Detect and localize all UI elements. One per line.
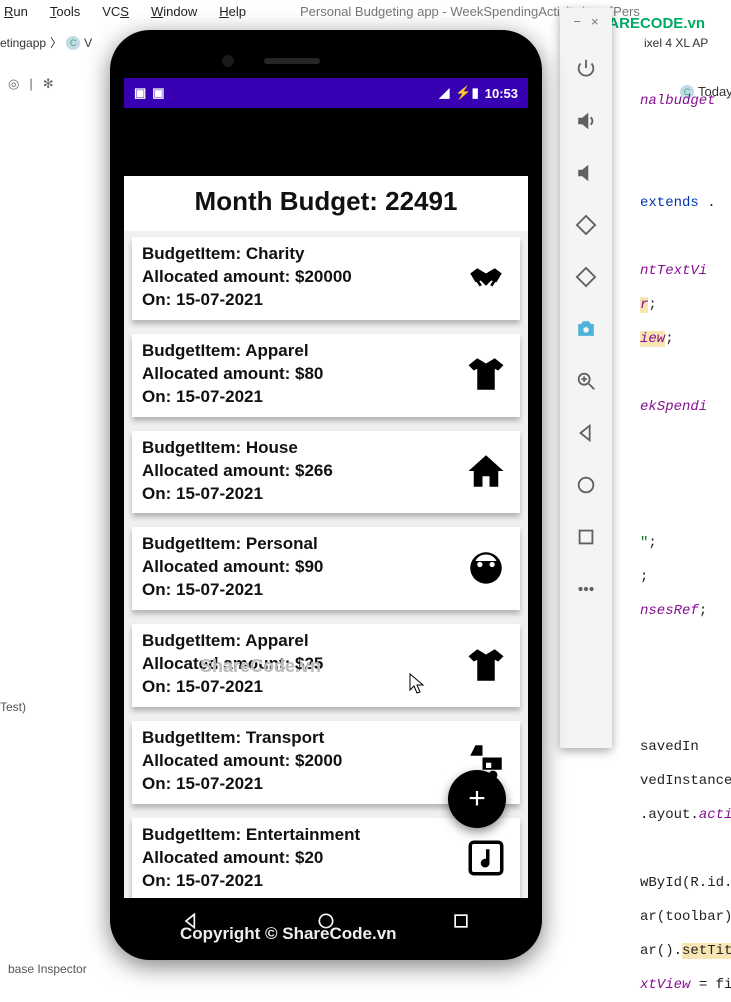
android-nav-bar <box>124 898 528 946</box>
emulator-toolbar: − × <box>560 8 612 748</box>
zoom-icon[interactable] <box>560 355 612 407</box>
device-selector[interactable]: ixel 4 XL AP <box>644 36 708 50</box>
menu-window[interactable]: Window <box>151 4 197 19</box>
nav-overview-icon[interactable] <box>451 911 471 934</box>
breadcrumb-segment[interactable]: etingapp <box>0 36 46 50</box>
volume-up-icon[interactable] <box>560 95 612 147</box>
target-icon[interactable]: ◎ <box>8 76 19 92</box>
app-screen[interactable]: Month Budget: 22491 BudgetItem: CharityA… <box>124 176 528 898</box>
minimize-button[interactable]: − <box>573 14 581 29</box>
budget-item[interactable]: BudgetItem: ApparelAllocated amount: $80… <box>132 334 520 417</box>
home-icon[interactable] <box>560 459 612 511</box>
bottom-tab[interactable]: base Inspector <box>8 962 87 976</box>
ide-breadcrumb: etingapp 〉 C V <box>0 34 92 51</box>
camera-icon[interactable] <box>560 303 612 355</box>
power-icon[interactable] <box>560 43 612 95</box>
budget-item[interactable]: BudgetItem: ApparelAllocated amount: $25… <box>132 624 520 707</box>
face-icon <box>462 547 510 589</box>
debug-icon-2: ▣ <box>152 85 164 101</box>
budget-item-text: BudgetItem: ApparelAllocated amount: $25… <box>142 630 323 699</box>
rotate-right-icon[interactable] <box>560 251 612 303</box>
house-icon <box>462 450 510 492</box>
menu-tools[interactable]: Tools <box>50 4 80 19</box>
battery-icon: ⚡▮ <box>455 85 478 101</box>
clock: 10:53 <box>485 86 518 101</box>
plus-icon: + <box>468 782 486 816</box>
signal-icon: ◢ <box>439 85 449 101</box>
settings-icon[interactable]: ✻ <box>43 76 54 92</box>
budget-item[interactable]: BudgetItem: EntertainmentAllocated amoun… <box>132 818 520 898</box>
nav-home-icon[interactable] <box>316 911 336 934</box>
budget-item-text: BudgetItem: CharityAllocated amount: $20… <box>142 243 352 312</box>
back-icon[interactable] <box>560 407 612 459</box>
budget-item[interactable]: BudgetItem: CharityAllocated amount: $20… <box>132 237 520 320</box>
menu-run[interactable]: Run <box>4 4 28 19</box>
rotate-left-icon[interactable] <box>560 199 612 251</box>
budget-item-text: BudgetItem: EntertainmentAllocated amoun… <box>142 824 360 893</box>
nav-back-icon[interactable] <box>181 911 201 934</box>
more-icon[interactable] <box>560 563 612 615</box>
volume-down-icon[interactable] <box>560 147 612 199</box>
menu-vcs[interactable]: VCS <box>102 4 129 19</box>
page-title: Month Budget: 22491 <box>124 176 528 231</box>
close-button[interactable]: × <box>591 14 599 29</box>
shirt-icon <box>462 644 510 686</box>
add-fab[interactable]: + <box>448 770 506 828</box>
class-icon: C <box>66 36 80 50</box>
android-status-bar: ▣ ▣ ◢ ⚡▮ 10:53 <box>124 78 528 108</box>
budget-item-text: BudgetItem: PersonalAllocated amount: $9… <box>142 533 323 602</box>
device-notch <box>124 44 528 78</box>
ide-menu: Run Tools VCS Window Help <box>4 4 246 19</box>
music-icon <box>462 837 510 879</box>
budget-item[interactable]: BudgetItem: PersonalAllocated amount: $9… <box>132 527 520 610</box>
budget-item[interactable]: BudgetItem: HouseAllocated amount: $266O… <box>132 431 520 514</box>
breadcrumb-tab[interactable]: V <box>84 36 92 50</box>
debug-icon: ▣ <box>134 85 146 101</box>
menu-help[interactable]: Help <box>219 4 246 19</box>
overview-icon[interactable] <box>560 511 612 563</box>
handshake-icon <box>462 256 510 298</box>
shirt-icon <box>462 353 510 395</box>
budget-item-text: BudgetItem: ApparelAllocated amount: $80… <box>142 340 323 409</box>
ide-toolbar: ◎ | ✻ <box>8 76 54 92</box>
budget-item-text: BudgetItem: HouseAllocated amount: $266O… <box>142 437 333 506</box>
app-toolbar-blank <box>124 108 528 176</box>
test-panel-label[interactable]: Test) <box>0 700 26 714</box>
emulator-device-frame: ▣ ▣ ◢ ⚡▮ 10:53 Month Budget: 22491 Budge… <box>110 30 542 960</box>
code-editor[interactable]: nalbudget extends . ntTextVi r; iew; ekS… <box>640 84 731 1002</box>
budget-item-text: BudgetItem: TransportAllocated amount: $… <box>142 727 342 796</box>
divider: | <box>29 76 32 92</box>
